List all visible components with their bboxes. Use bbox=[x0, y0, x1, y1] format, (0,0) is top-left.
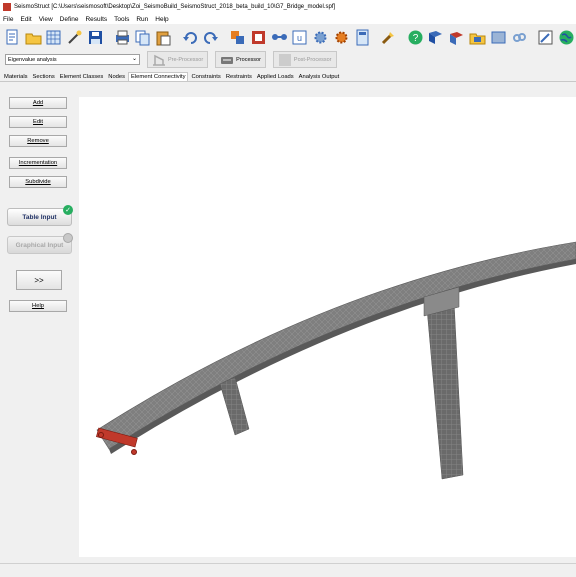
analysis-type-value: Eigenvalue analysis bbox=[8, 56, 57, 63]
tab-constraints[interactable]: Constraints bbox=[189, 73, 222, 81]
pre-processor-button[interactable]: Pre-Processor bbox=[147, 51, 209, 68]
processor-button[interactable]: Processor bbox=[215, 51, 266, 68]
processor-icon bbox=[221, 56, 234, 64]
menu-help[interactable]: Help bbox=[155, 16, 168, 23]
tab-materials[interactable]: Materials bbox=[2, 73, 30, 81]
chevron-down-icon: ⌄ bbox=[131, 56, 137, 62]
incrementation-button[interactable]: Incrementation bbox=[9, 157, 67, 169]
calculator-icon[interactable] bbox=[353, 28, 372, 48]
menu-define[interactable]: Define bbox=[60, 16, 79, 23]
title-bar: SeismoStruct [C:\Users\seismosoft\Deskto… bbox=[0, 0, 576, 14]
pre-processor-icon bbox=[153, 54, 165, 66]
folder-icon[interactable] bbox=[468, 28, 487, 48]
settings-icon[interactable] bbox=[311, 28, 330, 48]
seismostruct-window: SeismoStruct [C:\Users\seismosoft\Deskto… bbox=[0, 0, 576, 577]
menu-file[interactable]: File bbox=[3, 16, 13, 23]
window-title: SeismoStruct [C:\Users\seismosoft\Deskto… bbox=[14, 4, 336, 10]
menu-bar: File Edit View Define Results Tools Run … bbox=[0, 14, 576, 24]
pre-processor-label: Pre-Processor bbox=[168, 56, 204, 63]
open-folder-icon[interactable] bbox=[24, 28, 43, 48]
tool-icon[interactable] bbox=[249, 28, 268, 48]
pier-right bbox=[423, 286, 464, 480]
menu-edit[interactable]: Edit bbox=[20, 16, 31, 23]
connectivity-icon[interactable] bbox=[270, 28, 289, 48]
processor-label: Processor bbox=[236, 56, 261, 63]
subdivide-button[interactable]: Subdivide bbox=[9, 176, 67, 188]
tab-analysis-output[interactable]: Analysis Output bbox=[297, 73, 342, 81]
edit-button[interactable]: Edit bbox=[9, 116, 67, 128]
app-icon bbox=[3, 3, 11, 11]
mode-bar: Eigenvalue analysis ⌄ Pre-Processor Proc… bbox=[0, 50, 576, 69]
edit-doc-icon[interactable] bbox=[536, 28, 555, 48]
u-icon[interactable]: u bbox=[290, 28, 309, 48]
svg-text:?: ? bbox=[412, 33, 418, 44]
edit-icon[interactable] bbox=[228, 28, 247, 48]
wiki-icon[interactable] bbox=[489, 28, 508, 48]
menu-view[interactable]: View bbox=[39, 16, 53, 23]
print-icon[interactable] bbox=[113, 28, 132, 48]
remove-button[interactable]: Remove bbox=[9, 135, 67, 147]
tab-element-connectivity[interactable]: Element Connectivity bbox=[128, 72, 189, 81]
books-icon[interactable] bbox=[447, 28, 466, 48]
status-dot-icon bbox=[63, 233, 73, 243]
module-tabs: Materials Sections Element Classes Nodes… bbox=[0, 70, 576, 82]
menu-results[interactable]: Results bbox=[85, 16, 107, 23]
globe-icon[interactable] bbox=[557, 28, 576, 48]
tab-nodes[interactable]: Nodes bbox=[106, 73, 127, 81]
paste-icon[interactable] bbox=[154, 28, 173, 48]
status-bar bbox=[0, 563, 576, 577]
expand-button[interactable]: >> bbox=[16, 270, 62, 290]
menu-tools[interactable]: Tools bbox=[114, 16, 129, 23]
help-button[interactable]: Help bbox=[9, 300, 67, 312]
tab-restraints[interactable]: Restraints bbox=[224, 73, 254, 81]
new-file-icon[interactable] bbox=[3, 28, 22, 48]
post-processor-label: Post-Processor bbox=[293, 56, 332, 63]
tab-applied-loads[interactable]: Applied Loads bbox=[255, 73, 296, 81]
menu-run[interactable]: Run bbox=[136, 16, 148, 23]
bridge-model bbox=[96, 241, 576, 480]
tab-sections[interactable]: Sections bbox=[31, 73, 57, 81]
undo-icon[interactable] bbox=[181, 28, 200, 48]
help-icon[interactable]: ? bbox=[406, 28, 425, 48]
post-processor-button[interactable]: Post-Processor bbox=[272, 51, 337, 68]
redo-icon[interactable] bbox=[202, 28, 221, 48]
save-icon[interactable] bbox=[86, 28, 105, 48]
link-icon[interactable] bbox=[510, 28, 529, 48]
pier-left bbox=[219, 376, 250, 436]
left-panel: Add Edit Remove Incrementation Subdivide… bbox=[0, 87, 76, 557]
add-button[interactable]: Add bbox=[9, 97, 67, 109]
analysis-type-select[interactable]: Eigenvalue analysis ⌄ bbox=[5, 54, 140, 65]
grid-icon[interactable] bbox=[45, 28, 64, 48]
wand-icon[interactable] bbox=[65, 28, 84, 48]
brush-icon[interactable] bbox=[379, 28, 398, 48]
3d-viewport[interactable] bbox=[79, 97, 576, 557]
book-icon[interactable] bbox=[427, 28, 446, 48]
check-icon: ✓ bbox=[63, 205, 73, 215]
tab-element-classes[interactable]: Element Classes bbox=[58, 73, 106, 81]
svg-text:u: u bbox=[297, 33, 302, 43]
copy-icon[interactable] bbox=[133, 28, 152, 48]
post-processor-icon bbox=[278, 53, 291, 66]
gear-icon[interactable] bbox=[332, 28, 351, 48]
toolbar: u ? bbox=[0, 25, 576, 50]
